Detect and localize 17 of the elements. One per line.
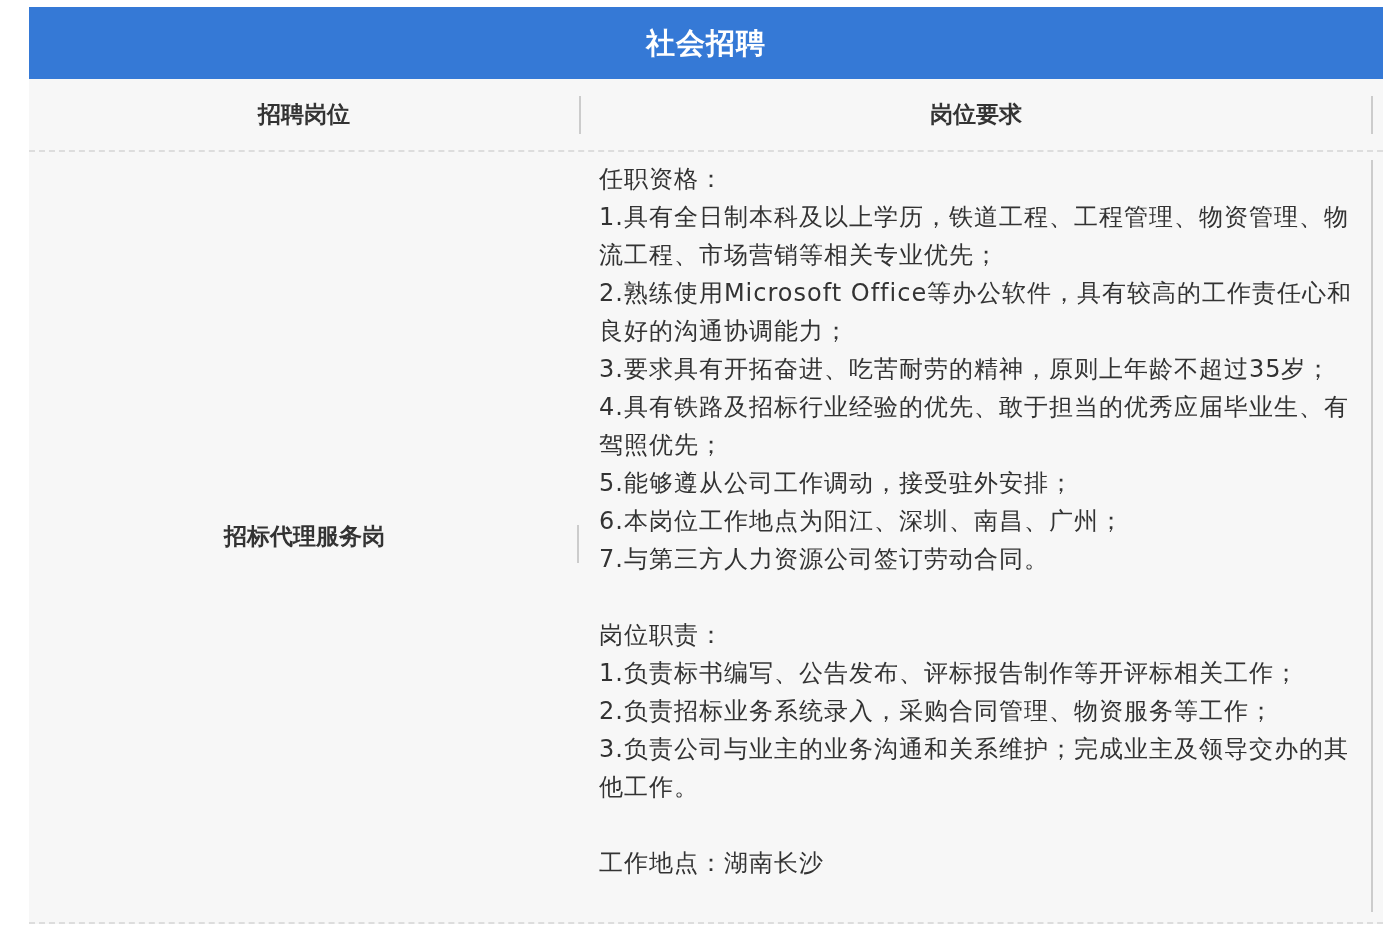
requirement-line: 4.具有铁路及招标行业经验的优先、敢于担当的优秀应届毕业生、有驾照优先； — [599, 392, 1350, 461]
section-heading: 岗位职责： — [599, 620, 725, 651]
position-name: 招标代理服务岗 — [223, 521, 385, 551]
requirement-line: 2.负责招标业务系统录入，采购合同管理、物资服务等工作； — [599, 696, 1275, 727]
requirement-line: 3.要求具有开拓奋进、吃苦耐劳的精神，原则上年龄不超过35岁； — [599, 354, 1333, 385]
requirement-line: 1.负责标书编写、公告发布、评标报告制作等开评标相关工作； — [599, 658, 1300, 689]
requirement-line: 3.负责公司与业主的业务沟通和关系维护；完成业主及领导交办的其他工作。 — [599, 734, 1350, 803]
title-banner: 社会招聘 — [29, 7, 1383, 79]
section-heading: 工作地点：湖南长沙 — [599, 848, 825, 879]
requirement-line: 1.具有全日制本科及以上学历，铁道工程、工程管理、物资管理、物流工程、市场营销等相关专业优先； — [599, 202, 1350, 271]
requirement-line: 2.熟练使用Microsoft Office等办公软件，具有较高的工作责任心和良好的沟通协调能力； — [599, 278, 1354, 347]
requirement-line: 5.能够遵从公司工作调动，接受驻外安排； — [599, 468, 1075, 499]
column-header: 招聘岗位 — [258, 100, 350, 129]
requirement-line: 6.本岗位工作地点为阳江、深圳、南昌、广州； — [599, 506, 1125, 537]
section-heading: 任职资格： — [599, 164, 725, 195]
requirement-line: 7.与第三方人力资源公司签订劳动合同。 — [599, 544, 1050, 575]
column-header: 岗位要求 — [930, 100, 1022, 129]
